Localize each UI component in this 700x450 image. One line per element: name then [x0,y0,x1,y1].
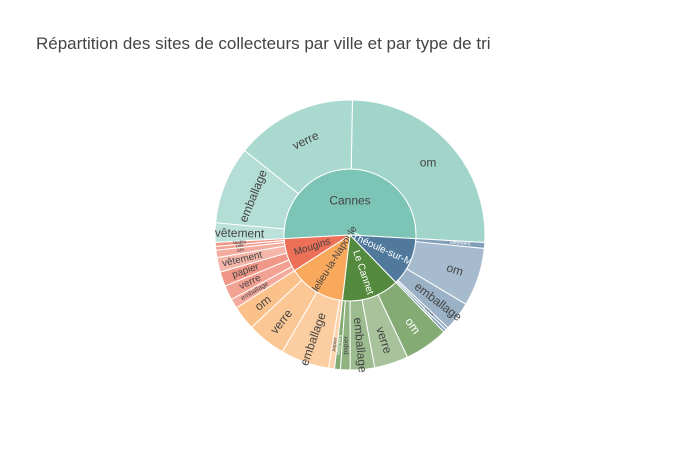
chart-root: Répartition des sites de collecteurs par… [0,0,700,450]
sunburst-chart: CannesomverreemballagevêtementMouginstex… [214,99,486,374]
